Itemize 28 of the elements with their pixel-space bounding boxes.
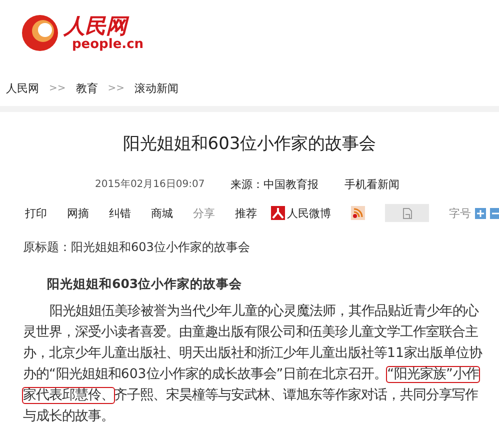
breadcrumb-link[interactable]: 人民网 [6,80,39,96]
save-button[interactable] [385,204,429,222]
breadcrumb-separator: >> [49,82,66,94]
toolbar-link[interactable]: 商城 [151,206,173,220]
rss-icon[interactable] [351,206,365,220]
toolbar-link[interactable]: 打印 [25,206,47,220]
toolbar-link[interactable]: 纠错 [109,206,131,220]
document-icon [402,208,412,218]
article-headline: 阳光姐姐和603位小作家的故事会 [122,133,378,155]
breadcrumb-separator: >> [108,82,125,94]
logo-brand[interactable]: 人民网 [64,15,144,36]
mobile-news-link[interactable]: 手机看新闻 [344,177,400,192]
zoom-out-icon[interactable] [490,208,499,218]
logo-icon [20,13,60,53]
toolbar-link[interactable]: 网摘 [67,206,89,220]
original-title: 原标题：阳光姐姐和603位小作家的故事会 [23,239,251,256]
font-size-label: 字号 [449,206,471,220]
article-subtitle: 阳光姐姐和603位小作家的故事会 [47,276,244,293]
weibo-icon [271,206,285,220]
toolbar-label: 分享 [193,206,215,220]
toolbar-link[interactable]: 推荐 [235,206,257,220]
source-label: 来源：中国教育报 [230,177,319,192]
publish-date: 2015年02月16日09:07 [95,178,205,192]
breadcrumb-link[interactable]: 教育 [76,80,98,96]
breadcrumb-link[interactable]: 滚动新闻 [134,80,179,96]
weibo-link[interactable]: 人民微博 [271,206,331,220]
zoom-in-icon[interactable] [475,208,486,218]
logo-domain[interactable]: people.cn [64,38,144,51]
